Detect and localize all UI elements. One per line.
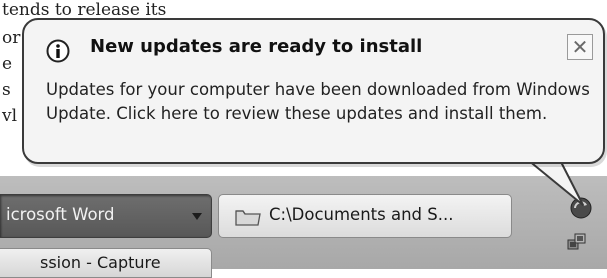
document-text-line: vl — [2, 106, 18, 126]
taskbar-button-session-capture[interactable]: ssion - Capture — [0, 248, 212, 278]
close-button[interactable]: ✕ — [567, 34, 593, 60]
balloon-title: New updates are ready to install — [90, 36, 423, 57]
taskbar-button-label: C:\Documents and S... — [269, 205, 454, 224]
update-notification-balloon[interactable]: New updates are ready to install ✕ Updat… — [22, 18, 605, 164]
taskbar-button-documents-folder[interactable]: C:\Documents and S... — [218, 194, 512, 238]
taskbar: icrosoft Word C:\Documents and S... ssio… — [0, 176, 607, 278]
windows-update-icon[interactable] — [569, 196, 593, 220]
taskbar-button-microsoft-word[interactable]: icrosoft Word — [0, 194, 212, 238]
info-icon — [46, 39, 70, 63]
document-text-line: or — [2, 28, 21, 48]
balloon-message[interactable]: Updates for your computer have been down… — [46, 78, 594, 126]
taskbar-button-label: icrosoft Word — [6, 205, 115, 224]
document-text-line: s — [2, 80, 11, 100]
close-icon: ✕ — [571, 35, 589, 59]
document-text-line: e — [2, 54, 13, 74]
network-icon[interactable] — [565, 230, 589, 254]
document-text-line: tends to release its — [2, 0, 167, 20]
taskbar-button-label: ssion - Capture — [40, 253, 161, 272]
dropdown-arrow-icon — [192, 213, 202, 220]
folder-icon — [235, 210, 261, 226]
